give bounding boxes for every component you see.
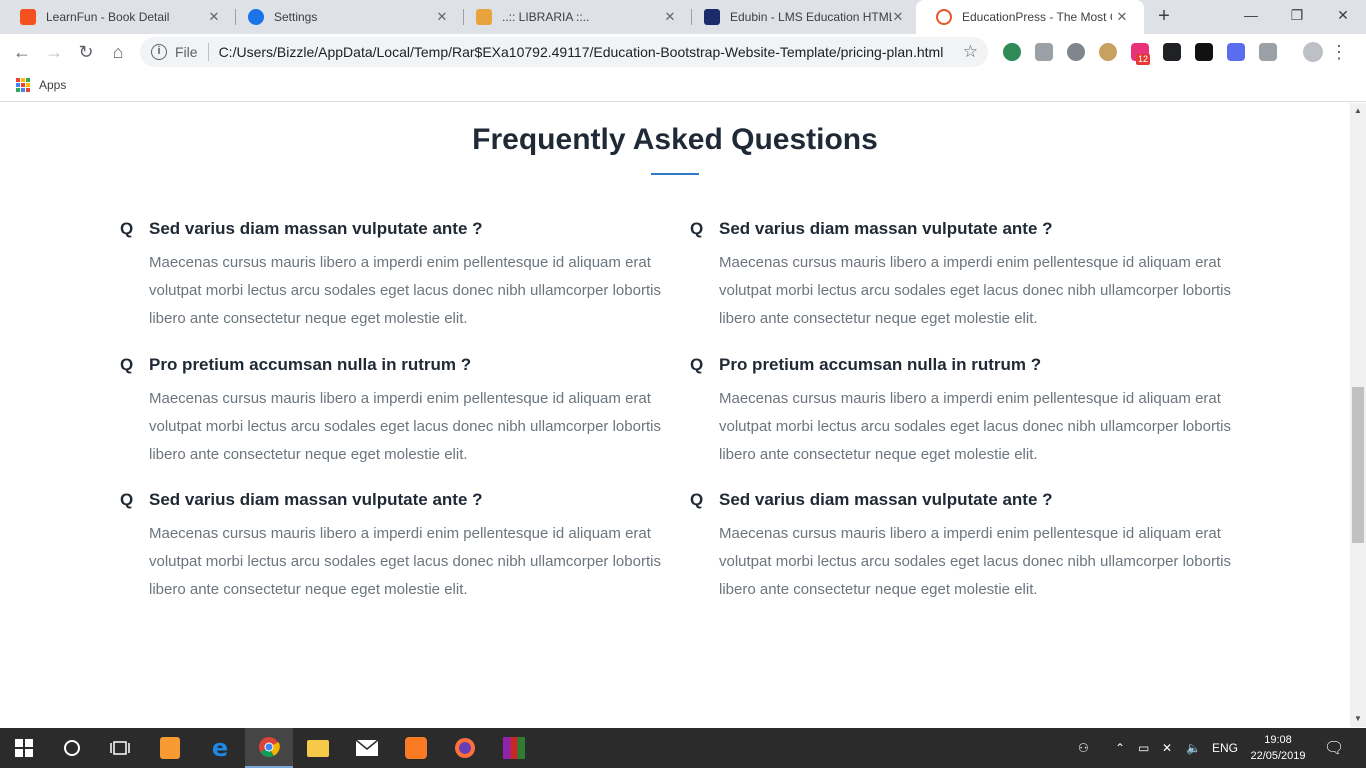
extension-badge: 12 (1136, 54, 1151, 65)
faq-question: Sed varius diam massan vulputate ante ? (719, 219, 1053, 238)
reload-icon[interactable]: ↻ (72, 38, 100, 66)
xampp-icon[interactable] (392, 728, 440, 768)
tab-libraria[interactable]: ..:: LIBRARIA ::.. ✕ (456, 0, 692, 34)
firefox-icon[interactable] (441, 728, 489, 768)
bookmark-star-icon[interactable]: ☆ (963, 42, 978, 62)
xampp-favicon-icon (20, 9, 36, 25)
url-text[interactable]: C:/Users/Bizzle/AppData/Local/Temp/Rar$E… (219, 44, 959, 60)
clock-date: 22/05/2019 (1250, 750, 1306, 762)
tab-settings[interactable]: Settings ✕ (228, 0, 464, 34)
tab-strip: LearnFun - Book Detail ✕ Settings ✕ ..::… (0, 0, 1366, 34)
tab-edubin[interactable]: Edubin - LMS Education HTML ✕ (684, 0, 920, 34)
tab-educationpress[interactable]: EducationPress - The Most Co ✕ (916, 0, 1144, 34)
back-arrow-icon[interactable]: ← (8, 38, 36, 66)
home-icon[interactable]: ⌂ (104, 38, 132, 66)
faq-answer: Maecenas cursus mauris libero a imperdi … (719, 525, 1231, 598)
battery-icon[interactable]: ▭ (1138, 728, 1149, 768)
educationpress-favicon-icon (936, 9, 952, 25)
apps-grid-icon (16, 78, 30, 92)
address-bar[interactable]: i File C:/Users/Bizzle/AppData/Local/Tem… (140, 37, 988, 67)
edge-browser-icon[interactable]: e (196, 728, 244, 768)
restore-icon[interactable]: ❐ (1274, 0, 1320, 30)
faq-title: Frequently Asked Questions (472, 123, 878, 156)
tab-title: EducationPress - The Most Co (962, 10, 1112, 24)
tab-title: Settings (274, 10, 318, 24)
close-tab-icon[interactable]: ✕ (434, 9, 450, 25)
scheme-label: File (175, 44, 198, 60)
q-marker: Q (120, 219, 134, 238)
close-tab-icon[interactable]: ✕ (662, 9, 678, 25)
bookmarks-bar: Apps (0, 70, 1366, 102)
faq-question: Sed varius diam massan vulputate ante ? (149, 219, 483, 238)
tool-extension-icon[interactable] (1163, 43, 1181, 61)
scroll-up-icon[interactable]: ▲ (1350, 103, 1366, 119)
close-tab-icon[interactable]: ✕ (890, 9, 906, 25)
windows-taskbar: e ⚇ ⌃ ▭ ✕ 🔈 ENG 19:08 22/05/2019 🗨 (0, 728, 1366, 768)
faq-question: Sed varius diam massan vulputate ante ? (719, 490, 1053, 509)
faq-question: Pro pretium accumsan nulla in rutrum ? (719, 355, 1042, 374)
scroll-down-icon[interactable]: ▼ (1350, 711, 1366, 727)
people-icon[interactable]: ⚇ (1078, 728, 1089, 768)
faq-answer: Maecenas cursus mauris libero a imperdi … (719, 254, 1231, 327)
tab-title: Edubin - LMS Education HTML (730, 10, 892, 24)
square-extension-icon[interactable] (1227, 43, 1245, 61)
apps-shortcut[interactable]: Apps (16, 78, 66, 92)
mail-icon[interactable] (343, 728, 391, 768)
terminal-extension-icon[interactable] (1195, 43, 1213, 61)
profile-avatar-icon[interactable] (1303, 42, 1323, 62)
faq-answer: Maecenas cursus mauris libero a imperdi … (719, 390, 1231, 463)
task-view-icon[interactable] (96, 728, 144, 768)
winrar-icon[interactable] (490, 728, 538, 768)
windows-start-icon[interactable] (0, 728, 48, 768)
chrome-icon[interactable] (245, 728, 293, 768)
faq-answer: Maecenas cursus mauris libero a imperdi … (149, 254, 661, 327)
faq-question: Pro pretium accumsan nulla in rutrum ? (149, 355, 472, 374)
forward-arrow-icon[interactable]: → (40, 38, 68, 66)
gear-icon (248, 9, 264, 25)
dropbox-extension-icon[interactable] (1035, 43, 1053, 61)
close-window-icon[interactable]: ✕ (1320, 0, 1366, 30)
address-divider (207, 43, 209, 61)
browser-toolbar: ← → ↻ ⌂ i File C:/Users/Bizzle/AppData/L… (0, 34, 1366, 70)
apps-label: Apps (39, 78, 67, 92)
info-icon[interactable]: i (151, 44, 167, 60)
book-favicon-icon (476, 9, 492, 25)
close-tab-icon[interactable]: ✕ (206, 9, 222, 25)
q-marker: Q (120, 355, 134, 374)
notifications-icon[interactable]: 🗨 (1324, 728, 1344, 768)
q-marker: Q (690, 355, 704, 374)
tab-learnfun[interactable]: LearnFun - Book Detail ✕ (0, 0, 236, 34)
volume-icon[interactable]: 🔈 (1186, 728, 1201, 768)
q-marker: Q (120, 490, 134, 509)
faq-question: Sed varius diam massan vulputate ante ? (149, 490, 483, 509)
system-clock[interactable]: 19:08 22/05/2019 (1244, 732, 1312, 764)
tab-title: LearnFun - Book Detail (46, 10, 170, 24)
more-menu-icon[interactable]: ⋮ (1330, 38, 1348, 66)
new-tab-button[interactable]: + (1152, 5, 1176, 29)
drive-extension-icon[interactable] (1259, 43, 1277, 61)
page-scrollbar[interactable]: ▲ ▼ (1350, 103, 1366, 727)
minimize-icon[interactable]: — (1228, 0, 1274, 30)
page-viewport: Frequently Asked Questions Q Sed varius … (0, 103, 1350, 727)
faq-answer: Maecenas cursus mauris libero a imperdi … (149, 525, 661, 598)
language-indicator[interactable]: ENG (1212, 728, 1238, 768)
globe-extension-icon[interactable] (1003, 43, 1021, 61)
search-circle-icon[interactable] (48, 728, 96, 768)
scrollbar-thumb[interactable] (1352, 387, 1364, 543)
q-marker: Q (690, 219, 704, 238)
title-underline (651, 173, 699, 175)
show-hidden-icons[interactable]: ⌃ (1115, 728, 1125, 768)
close-tab-icon[interactable]: ✕ (1114, 9, 1130, 25)
q-marker: Q (690, 490, 704, 509)
shield-favicon-icon (704, 9, 720, 25)
clock-time: 19:08 (1264, 734, 1292, 746)
network-icon[interactable]: ✕ (1162, 728, 1172, 768)
faq-answer: Maecenas cursus mauris libero a imperdi … (149, 390, 661, 463)
cookie-extension-icon[interactable] (1099, 43, 1117, 61)
file-explorer-icon[interactable] (294, 728, 342, 768)
sublime-text-icon[interactable] (146, 728, 194, 768)
m-extension-icon[interactable] (1067, 43, 1085, 61)
tab-title: ..:: LIBRARIA ::.. (502, 10, 590, 24)
